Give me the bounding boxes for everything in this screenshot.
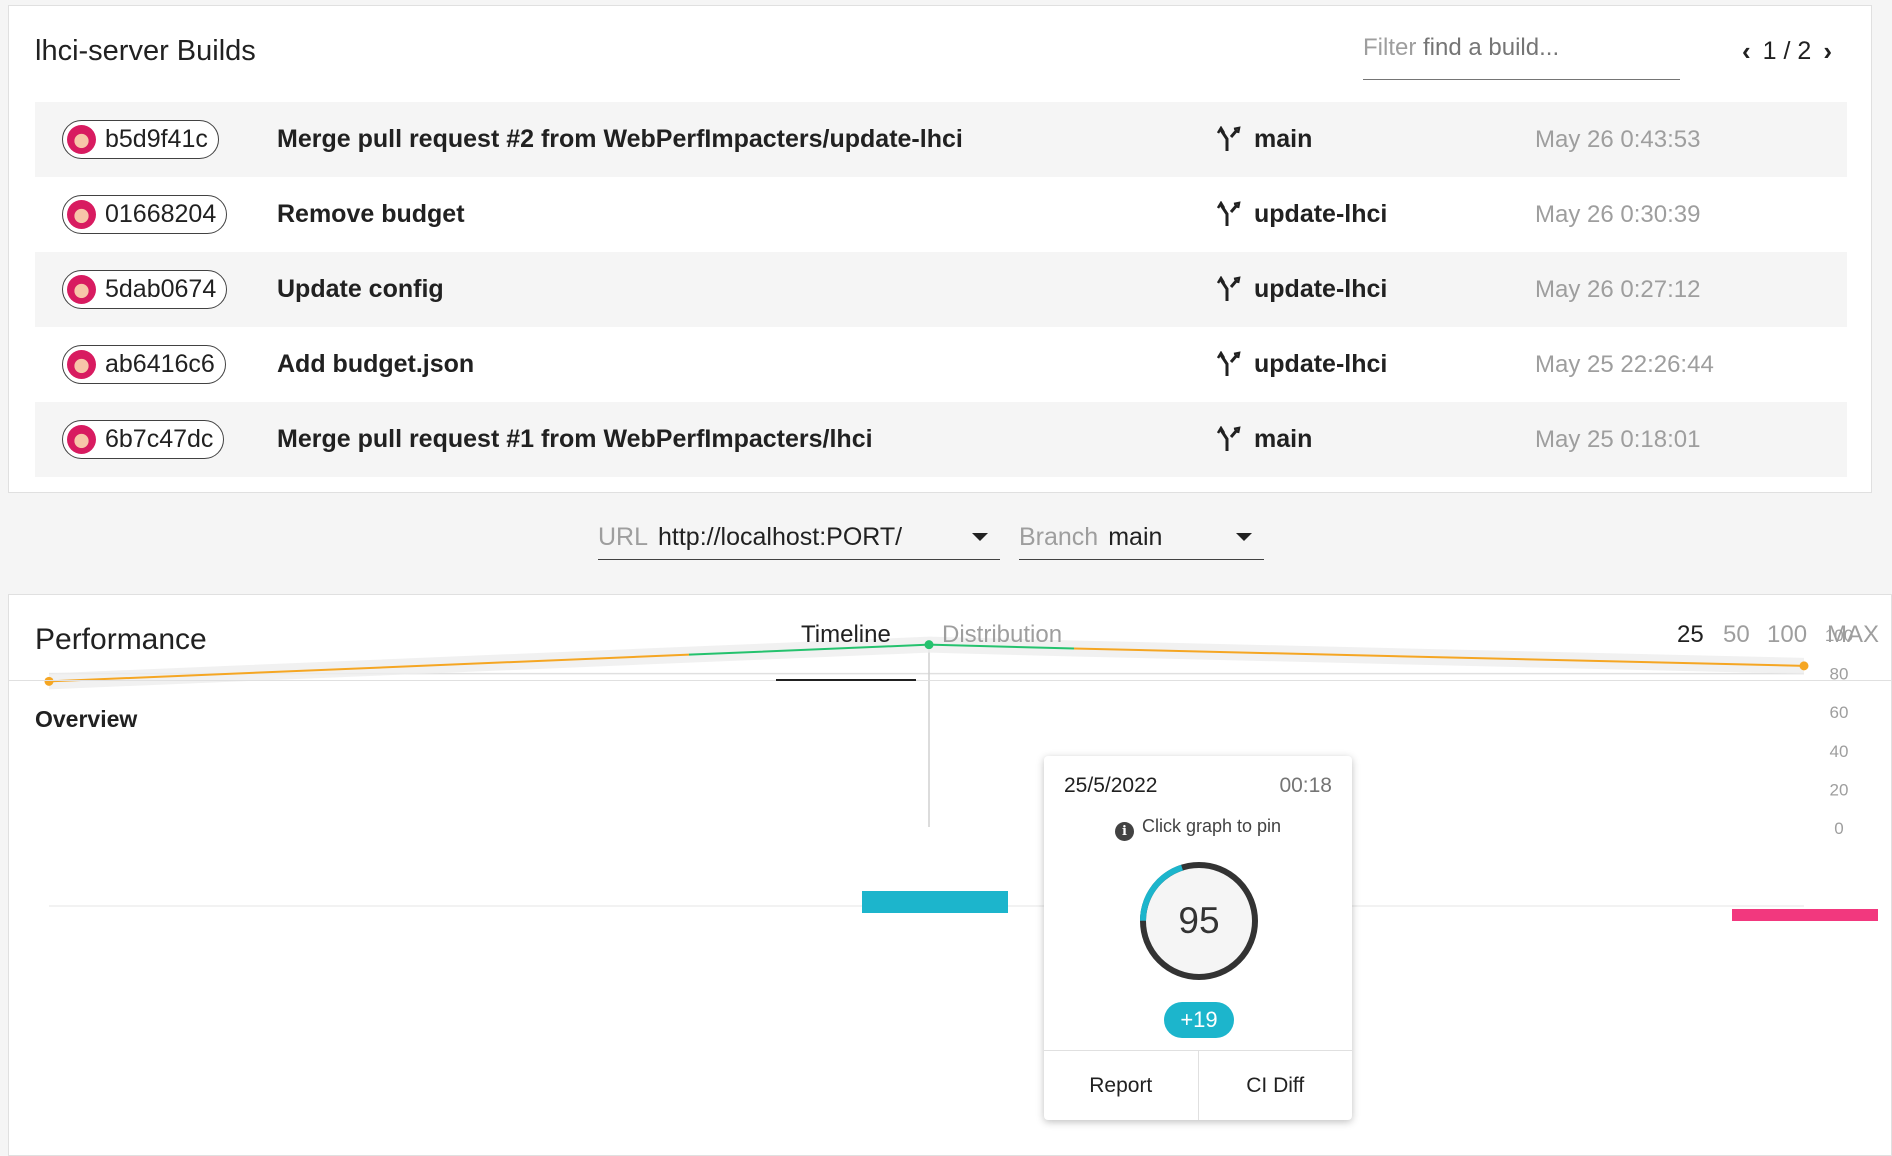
tooltip-date: 25/5/2022 [1064,774,1158,797]
tooltip-hint: i Click graph to pin [1044,816,1352,841]
commit-hash-chip[interactable]: 01668204 [62,195,228,234]
score-tooltip: 25/5/2022 00:18 i Click graph to pin 95 +… [1044,756,1352,1120]
commit-message: Merge pull request #1 from WebPerfImpact… [277,425,873,453]
branch-select[interactable]: Branch main [1019,515,1264,560]
limit-max[interactable]: MAX [1827,621,1879,649]
active-tab-indicator [776,679,916,681]
performance-card: 100 80 60 40 20 0 Performance Timeline Distri… [8,594,1892,1156]
tab-distribution[interactable]: Distribution [942,621,1062,649]
caret-down-icon [972,533,988,541]
avatar [67,275,96,304]
avatar [67,125,96,154]
branch-icon [1216,350,1241,376]
page-indicator: 1 / 2 [1762,37,1812,65]
commit-message: Merge pull request #2 from WebPerfImpact… [277,125,963,153]
tooltip-hint-text: Click graph to pin [1141,816,1282,836]
branch-icon [1216,125,1241,151]
branch-label: update-lhci [1216,275,1387,304]
commit-hash-chip[interactable]: ab6416c6 [62,345,226,384]
performance-title: Performance [35,623,207,656]
commit-message: Remove budget [277,200,465,228]
builds-card: lhci-server Builds Filter ‹ 1 / 2 › b5d9… [8,5,1872,493]
branch-icon [1216,275,1241,301]
build-row[interactable]: 5dab0674 Update config update-lhci May 26 0… [35,252,1847,327]
commit-hash: ab6416c6 [105,350,215,378]
branch-icon [1216,200,1241,226]
commit-hash-chip[interactable]: 6b7c47dc [62,420,225,459]
branch-label: update-lhci [1216,200,1387,229]
commit-message: Add budget.json [277,350,475,378]
branch-name: main [1254,125,1313,153]
build-row[interactable]: 6b7c47dc Merge pull request #1 from WebPe… [35,402,1847,477]
build-time: May 26 0:43:53 [1535,125,1701,153]
build-time: May 26 0:27:12 [1535,275,1701,303]
branch-select-label: Branch [1019,522,1099,551]
selectors: URL http://localhost:PORT/ Branch main [598,515,1264,560]
commit-hash-chip[interactable]: 5dab0674 [62,270,228,309]
y-tick-label: 20 [1830,780,1849,799]
score-value: 95 [1178,900,1220,941]
branch-icon [1216,425,1241,451]
chevron-left-icon[interactable]: ‹ [1742,36,1751,67]
commit-hash: 01668204 [105,200,217,228]
ci-diff-button[interactable]: CI Diff [1197,1051,1353,1120]
chevron-right-icon[interactable]: › [1823,36,1832,67]
commit-hash: 5dab0674 [105,275,217,303]
performance-header: Performance Timeline Distribution 25 50 … [9,595,1891,681]
branch-name: update-lhci [1254,200,1388,228]
score-delta-badge: +19 [1164,1002,1234,1038]
tooltip-time: 00:18 [1279,774,1332,797]
timeline-bar [1732,909,1878,921]
build-time: May 26 0:30:39 [1535,200,1701,228]
tab-timeline[interactable]: Timeline [801,621,891,649]
avatar [67,200,96,229]
build-row[interactable]: ab6416c6 Add budget.json update-lhci May 25… [35,327,1847,402]
filter-input[interactable] [1423,34,1664,62]
url-select-value: http://localhost:PORT/ [658,522,903,551]
branch-select-value: main [1108,522,1163,551]
commit-hash-chip[interactable]: b5d9f41c [62,120,219,159]
limit-50[interactable]: 50 [1723,621,1750,649]
build-row[interactable]: b5d9f41c Merge pull request #2 from WebPe… [35,102,1847,177]
branch-name: update-lhci [1254,350,1388,378]
branch-label: main [1216,425,1312,454]
report-button[interactable]: Report [1044,1051,1198,1120]
limit-25[interactable]: 25 [1677,621,1704,649]
branch-name: main [1254,425,1313,453]
url-select-label: URL [598,522,649,551]
commit-hash: b5d9f41c [105,125,208,153]
build-filter[interactable]: Filter [1363,34,1680,80]
build-time: May 25 22:26:44 [1535,350,1714,378]
avatar [67,350,96,379]
y-tick-label: 0 [1834,819,1843,838]
tooltip-actions: Report CI Diff [1044,1050,1352,1120]
builds-title: lhci-server Builds [35,35,256,67]
y-tick-label: 60 [1830,703,1849,722]
timeline-bar [862,891,1008,913]
branch-label: main [1216,125,1312,154]
avatar [67,425,96,454]
branch-name: update-lhci [1254,275,1388,303]
limit-100[interactable]: 100 [1767,621,1807,649]
y-tick-label: 40 [1830,742,1849,761]
build-row[interactable]: 01668204 Remove budget update-lhci May 26 0… [35,177,1847,252]
branch-label: update-lhci [1216,350,1387,379]
info-icon: i [1114,822,1134,841]
commit-message: Update config [277,275,444,303]
caret-down-icon [1236,533,1252,541]
filter-label: Filter [1363,34,1417,61]
commit-hash: 6b7c47dc [105,425,214,453]
build-time: May 25 0:18:01 [1535,425,1701,453]
pagination: ‹ 1 / 2 › [1742,36,1832,67]
overview-label: Overview [35,706,138,732]
url-select[interactable]: URL http://localhost:PORT/ [598,515,1000,560]
